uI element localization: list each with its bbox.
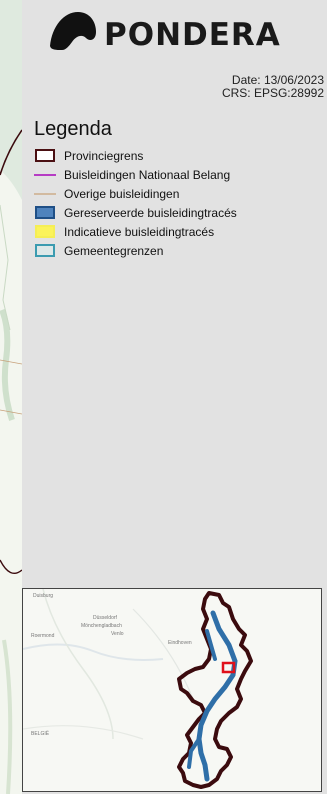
reserved-route-symbol: [35, 206, 55, 219]
legend-label: Indicatieve buisleidingtracés: [64, 224, 215, 239]
legend-label: Overige buisleidingen: [64, 186, 180, 201]
pondera-logo: PONDERA: [22, 6, 302, 58]
legend-item-provinciegrens: Provinciegrens: [34, 146, 237, 165]
inset-place-label: Duisburg: [33, 593, 53, 599]
national-pipeline-symbol: [34, 168, 56, 182]
overview-inset-map[interactable]: Duisburg Mönchengladbach Roermond Venlo …: [22, 588, 322, 792]
logo-wordmark: PONDERA: [104, 17, 281, 53]
legend-list: Provinciegrens Buisleidingen Nationaal B…: [34, 146, 237, 260]
inset-place-label: Roermond: [31, 633, 55, 639]
inset-place-label: BELGIË: [31, 730, 50, 737]
inset-place-label: Düsseldorf: [93, 615, 118, 621]
legend-label: Buisleidingen Nationaal Belang: [64, 167, 231, 182]
inset-place-label: Mönchengladbach: [81, 623, 122, 629]
map-background: [0, 0, 22, 794]
legend-item-gereserveerde: Gereserveerde buisleidingtracés: [34, 203, 237, 222]
legend-label: Gereserveerde buisleidingtracés: [64, 205, 237, 220]
map-meta: Date: 13/06/2023 CRS: EPSG:28992: [222, 74, 324, 100]
inset-map-svg: Duisburg Mönchengladbach Roermond Venlo …: [23, 589, 321, 791]
inset-place-label: Eindhoven: [168, 640, 192, 646]
municipal-boundary-symbol: [35, 244, 55, 257]
legend-item-gemeentegrenzen: Gemeentegrenzen: [34, 241, 237, 260]
province-boundary-symbol: [35, 149, 55, 162]
legend-label: Provinciegrens: [64, 148, 144, 163]
legend-title: Legenda: [34, 118, 112, 140]
legend-item-indicatieve: Indicatieve buisleidingtracés: [34, 222, 237, 241]
other-pipeline-symbol: [34, 187, 56, 201]
map-crs: CRS: EPSG:28992: [221, 86, 324, 100]
legend-label: Gemeentegrenzen: [64, 243, 164, 258]
indicative-route-symbol: [35, 225, 55, 238]
legend-item-overige: Overige buisleidingen: [34, 184, 237, 203]
inset-place-label: Venlo: [111, 631, 124, 637]
legend-item-nationaal-belang: Buisleidingen Nationaal Belang: [34, 165, 237, 184]
map-strip[interactable]: [0, 0, 22, 794]
pondera-logo-mark-icon: [50, 12, 96, 50]
